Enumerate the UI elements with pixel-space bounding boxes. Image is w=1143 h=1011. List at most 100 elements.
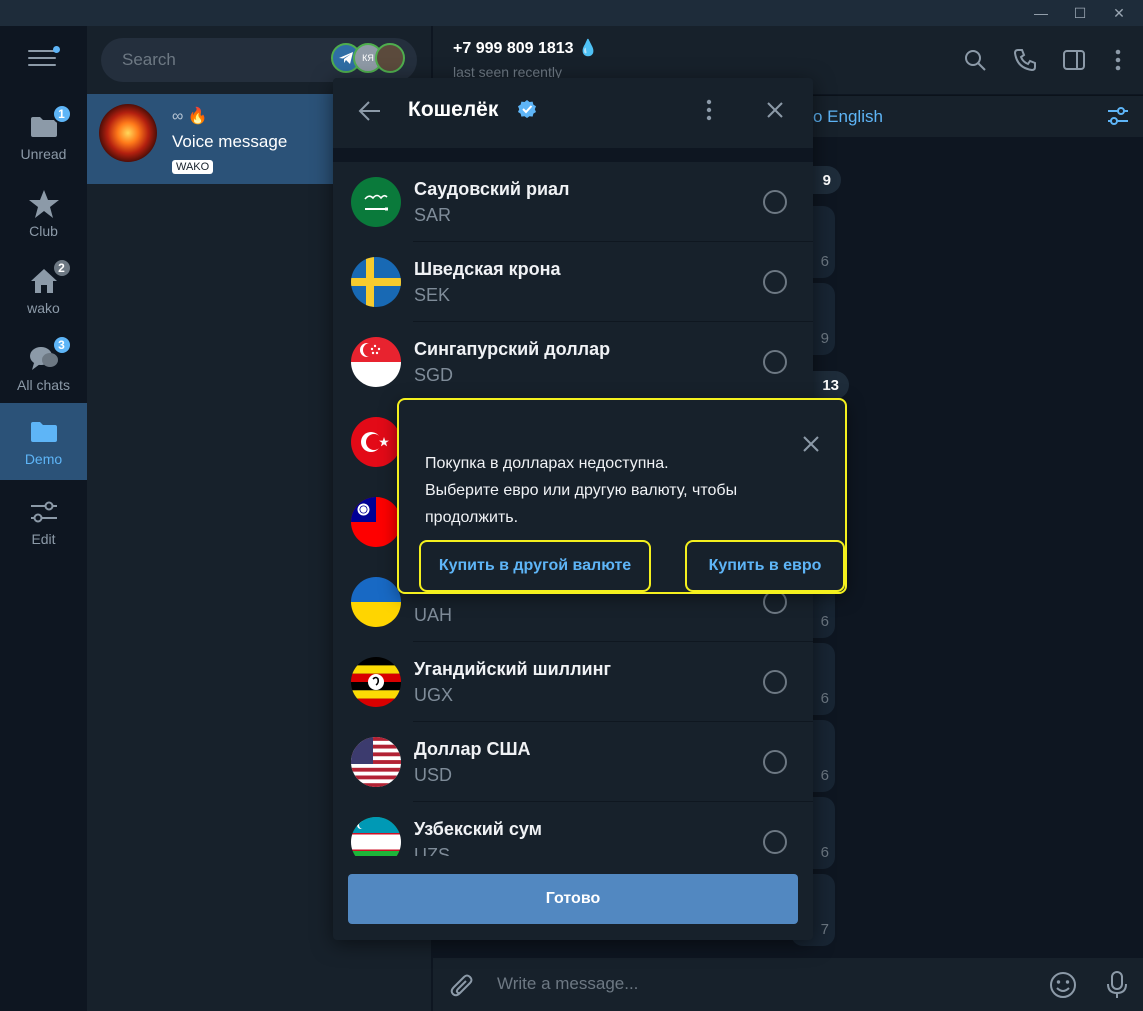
emoji-icon[interactable]	[1048, 970, 1078, 1005]
title-bar: — ☐ ✕	[0, 0, 1143, 26]
currency-radio[interactable]	[763, 830, 787, 854]
home-icon: 2	[28, 257, 72, 296]
currency-row-sek[interactable]: Шведская крона SEK	[333, 242, 813, 322]
folder-club[interactable]: Club	[0, 175, 87, 252]
message-time: 9	[820, 330, 829, 347]
chat-last-message: Voice message	[172, 132, 288, 151]
unread-badge: 1	[51, 103, 72, 124]
folder-unread[interactable]: 1 Unread	[0, 98, 87, 175]
popup-message: Покупка в долларах недоступна. Выберите …	[425, 450, 805, 531]
message-time: 7	[820, 921, 829, 938]
popup-line: продолжить.	[425, 509, 519, 526]
currency-row-ugx[interactable]: Угандийский шиллинг UGX	[333, 642, 813, 722]
chat-name: ∞ 🔥	[172, 108, 208, 125]
search-icon[interactable]	[961, 46, 989, 74]
chat-title[interactable]: +7 999 809 1813 💧	[453, 38, 598, 58]
folder-all-chats[interactable]: 3 All chats	[0, 329, 87, 406]
microphone-icon[interactable]	[1105, 970, 1129, 1005]
folder-demo[interactable]: Demo	[0, 403, 87, 480]
header-divider	[333, 148, 813, 162]
ukraine-flag-icon	[351, 577, 401, 627]
currency-radio[interactable]	[763, 750, 787, 774]
close-icon[interactable]	[763, 98, 787, 122]
currency-name: Угандийский шиллинг	[414, 659, 611, 679]
all-chats-badge: 3	[51, 334, 72, 355]
telegram-window: — ☐ ✕ 1 Unread Club 2 wako 3 All chats D…	[0, 0, 1143, 1011]
currency-unavailable-popup: Покупка в долларах недоступна. Выберите …	[397, 398, 847, 594]
modal-header: Кошелёк	[333, 78, 813, 148]
sweden-flag-icon	[351, 257, 401, 307]
verified-icon	[517, 99, 537, 119]
currency-code: USD	[414, 765, 453, 785]
currency-name: Доллар США	[414, 739, 531, 759]
currency-code: SGD	[414, 365, 454, 385]
chats-icon: 3	[28, 334, 72, 373]
folder-edit[interactable]: Edit	[0, 483, 87, 560]
currency-code: UGX	[414, 685, 454, 705]
currency-name: Саудовский риал	[414, 179, 570, 199]
story-avatar-photo[interactable]	[375, 43, 405, 73]
currency-code: UZS	[414, 845, 450, 856]
translate-button[interactable]: o English	[813, 107, 883, 127]
uzbekistan-flag-icon	[351, 817, 401, 856]
message-composer: Write a message...	[433, 958, 1143, 1011]
folder-wako[interactable]: 2 wako	[0, 252, 87, 329]
done-button[interactable]: Готово	[348, 874, 798, 924]
currency-name: Шведская крона	[414, 259, 561, 279]
buy-other-currency-button[interactable]: Купить в другой валюте	[419, 540, 651, 592]
back-arrow-icon[interactable]	[357, 98, 387, 128]
currency-row-uzs[interactable]: Узбекский сум UZS	[333, 802, 813, 856]
folder-label: wako	[27, 299, 60, 316]
buy-euro-button[interactable]: Купить в евро	[685, 540, 845, 592]
turkey-flag-icon	[351, 417, 401, 467]
message-time: 6	[820, 767, 829, 784]
translate-settings-icon[interactable]	[1106, 105, 1130, 132]
folder-label: Demo	[24, 450, 63, 467]
saudi-flag-icon	[351, 177, 401, 227]
currency-name: Сингапурский доллар	[414, 339, 611, 359]
avatar	[99, 104, 157, 162]
more-vertical-icon[interactable]	[699, 98, 719, 122]
message-time: 6	[820, 613, 829, 630]
maximize-button[interactable]: ☐	[1064, 0, 1096, 26]
currency-radio[interactable]	[763, 670, 787, 694]
sliders-icon	[28, 497, 60, 527]
usa-flag-icon	[351, 737, 401, 787]
main-menu-button[interactable]	[28, 46, 60, 70]
currency-radio[interactable]	[763, 190, 787, 214]
currency-radio[interactable]	[763, 270, 787, 294]
search-placeholder: Search	[122, 50, 176, 69]
message-time: 6	[820, 690, 829, 707]
sidebar-toggle-icon[interactable]	[1060, 46, 1088, 74]
modal-title: Кошелёк	[408, 98, 499, 121]
chat-folder-tag: WAKO	[172, 160, 214, 174]
phone-icon[interactable]	[1011, 46, 1039, 74]
folder-label: All chats	[17, 376, 70, 393]
currency-row-sgd[interactable]: Сингапурский доллар SGD	[333, 322, 813, 402]
folder-label: Edit	[31, 530, 56, 547]
stories-strip[interactable]: КЯ	[331, 43, 405, 73]
menu-notification-dot	[53, 46, 60, 53]
search-input[interactable]: Search КЯ	[101, 38, 417, 82]
popup-line: Покупка в долларах недоступна.	[425, 455, 669, 472]
wako-badge: 2	[51, 257, 72, 278]
currency-radio[interactable]	[763, 590, 787, 614]
currency-code: UAH	[414, 605, 453, 625]
star-icon	[28, 189, 60, 219]
minimize-button[interactable]: —	[1025, 0, 1057, 26]
folder-icon: 1	[28, 103, 72, 142]
currency-row-usd[interactable]: Доллар США USD	[333, 722, 813, 802]
message-input[interactable]: Write a message...	[497, 974, 638, 994]
folders-rail: 1 Unread Club 2 wako 3 All chats Demo Ed…	[0, 26, 87, 1011]
taiwan-flag-icon	[351, 497, 401, 547]
close-window-button[interactable]: ✕	[1103, 0, 1135, 26]
currency-name: Узбекский сум	[414, 819, 542, 839]
currency-row-sar[interactable]: Саудовский риал SAR	[333, 162, 813, 242]
currency-radio[interactable]	[763, 350, 787, 374]
popup-line: Выберите евро или другую валюту, чтобы	[425, 482, 738, 499]
attach-icon[interactable]	[449, 972, 475, 1005]
currency-code: SEK	[414, 285, 451, 305]
message-time: 6	[820, 844, 829, 861]
more-vertical-icon[interactable]	[1104, 46, 1132, 74]
message-time: 6	[820, 253, 829, 270]
